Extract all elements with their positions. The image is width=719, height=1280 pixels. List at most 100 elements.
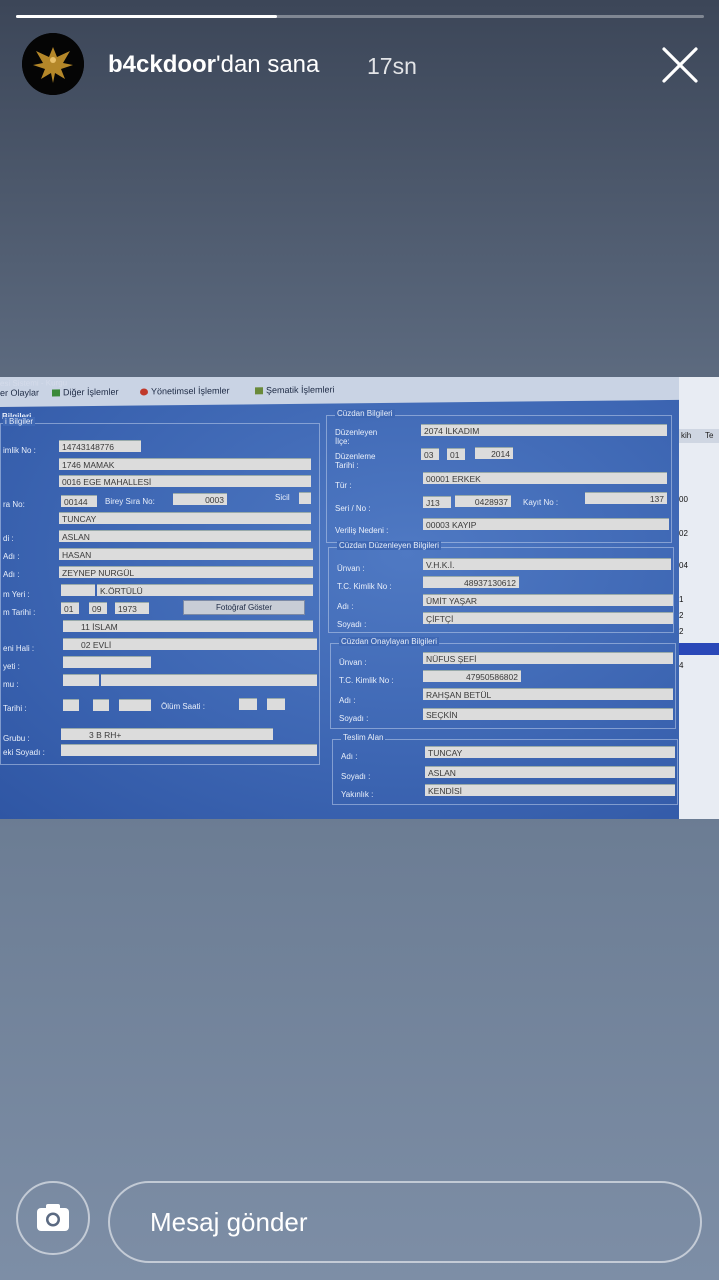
menu-label: er Olaylar — [0, 387, 40, 398]
username-text[interactable]: b4ckdoor — [108, 51, 216, 78]
duzenleyen-panel: Cüzdan Düzenleyen Bilgileri Ünvan : V.H.… — [328, 541, 674, 633]
mahalle-field[interactable]: 0016 EGE MAHALLESİ — [59, 475, 311, 487]
teslim-soyadi-field[interactable]: ASLAN — [425, 766, 675, 778]
din-field[interactable]: 11 İSLAM — [63, 620, 313, 632]
teslim-yakinlik-field[interactable]: KENDİSİ — [425, 784, 675, 796]
label-sicil: Sicil — [275, 493, 290, 502]
meslek-code-field[interactable] — [63, 674, 99, 686]
label-kayit-no: Kayıt No : — [523, 498, 559, 507]
vefat-select[interactable] — [63, 656, 151, 668]
records-grid: kih Te 00 02 04 1 2 2 4 — [679, 377, 719, 819]
grid-cell[interactable]: 04 — [679, 561, 719, 575]
grid-selected-row[interactable] — [679, 643, 719, 655]
label-text: Düzenleyen İlçe: — [335, 428, 378, 446]
onaylayan-tc-field[interactable]: 47950586802 — [423, 670, 521, 682]
meslek-field[interactable] — [101, 674, 317, 686]
dogum-gun-field[interactable]: 01 — [61, 602, 79, 614]
grid-cell[interactable]: 2 — [679, 611, 719, 625]
grid-cell[interactable]: 1 — [679, 595, 719, 609]
photo-show-button[interactable]: Fotoğraf Göster — [183, 600, 305, 615]
menu-item-yonetimsel[interactable]: Yönetimsel İşlemler — [140, 386, 230, 397]
label-kimlik-no: imlik No : — [3, 446, 36, 455]
tree-icon — [255, 387, 263, 395]
duzenleyen-tc-field[interactable]: 48937130612 — [423, 576, 519, 588]
panel-title: Cüzdan Bilgileri — [335, 409, 395, 418]
dogum-yeri-code-field[interactable] — [61, 584, 95, 596]
label-tc: T.C. Kimlik No : — [339, 676, 394, 685]
kan-grubu-field[interactable]: 3 B RH+ — [61, 728, 273, 740]
camera-icon — [37, 1204, 69, 1231]
seri-no-field[interactable]: 0428937 — [455, 495, 511, 507]
menu-item-olaylar[interactable]: er Olaylar — [0, 388, 39, 398]
olum-dakika-field[interactable] — [267, 698, 285, 710]
label-onceki-soyadi: eki Soyadı : — [3, 748, 45, 757]
il-field[interactable]: 1746 MAMAK — [59, 458, 311, 470]
label-yakinlik: Yakınlık : — [341, 790, 374, 799]
label-adi: Adı : — [337, 602, 354, 611]
label-birey-sira-no: Birey Sıra No: — [105, 497, 155, 506]
panel-title: i Bilgiler — [3, 417, 36, 426]
seri-field[interactable]: J13 — [423, 496, 451, 508]
baba-adi-field[interactable]: HASAN — [59, 548, 313, 560]
label-verilis-nedeni: Veriliş Nedeni : — [335, 526, 389, 535]
teslim-adi-field[interactable]: TUNCAY — [425, 746, 675, 758]
label-unvan: Ünvan : — [337, 564, 365, 573]
adi-field[interactable]: ASLAN — [59, 530, 311, 542]
grid-cell[interactable]: 2 — [679, 627, 719, 641]
menu-item-diger-islemler[interactable]: Diğer İşlemler — [52, 387, 119, 398]
dogum-yeri-field[interactable]: K.ÖRTÜLÜ — [97, 584, 313, 596]
label-soyadi: Soyadı : — [337, 620, 367, 629]
grid-cell[interactable]: 00 — [679, 495, 719, 509]
duzenleme-ay-field[interactable]: 01 — [447, 448, 465, 460]
label-text: Düzenleme Tarihi : — [335, 452, 376, 470]
soyadi-field[interactable]: TUNCAY — [59, 512, 311, 524]
kayit-no-field[interactable]: 137 — [585, 492, 667, 504]
dogum-ay-field[interactable]: 09 — [89, 602, 107, 614]
grid-header: kih Te — [679, 429, 719, 443]
personal-info-panel: i Bilgiler imlik No : 14743148776 1746 M… — [0, 417, 320, 765]
onaylayan-soyadi-field[interactable]: SEÇKİN — [423, 708, 673, 720]
menu-item-sematik[interactable]: Şematik İşlemleri — [255, 384, 335, 395]
grid-cell[interactable]: 02 — [679, 529, 719, 543]
sira-no-field[interactable]: 00144 — [61, 495, 97, 507]
onaylayan-unvan-field[interactable]: NÜFUS ŞEFİ — [423, 652, 673, 664]
close-button[interactable] — [660, 45, 700, 85]
duzenleyen-soyadi-field[interactable]: ÇİFTÇİ — [423, 612, 673, 624]
duzenleyen-adi-field[interactable]: ÜMİT YAŞAR — [423, 594, 673, 606]
duzenleyen-unvan-field[interactable]: V.H.K.İ. — [423, 558, 671, 570]
grid-header-cell: kih — [681, 431, 692, 440]
menu-label: Yönetimsel İşlemler — [151, 385, 230, 397]
olum-gun-field[interactable] — [63, 699, 79, 711]
birey-sira-no-field[interactable]: 0003 — [173, 493, 227, 505]
label-tur: Tür : — [335, 481, 352, 490]
olum-yil-field[interactable] — [119, 699, 151, 711]
label-dogum-yeri: m Yeri : — [3, 590, 30, 599]
onceki-soyadi-field[interactable] — [61, 744, 317, 756]
label-unvan: Ünvan : — [339, 658, 367, 667]
duzenleme-yil-field[interactable]: 2014 — [475, 447, 513, 459]
story-username[interactable]: b4ckdoor'dan sana — [108, 51, 319, 79]
onaylayan-adi-field[interactable]: RAHŞAN BETÜL — [423, 688, 673, 700]
kimlik-no-field[interactable]: 14743148776 — [59, 440, 141, 452]
tur-field[interactable]: 00001 ERKEK — [423, 472, 667, 484]
label-dogum-tarihi: m Tarihi : — [3, 608, 36, 617]
label-medeni-hali: eni Hali : — [3, 644, 35, 653]
olum-ay-field[interactable] — [93, 699, 109, 711]
story-photo: esi Sistemi - Kurgu er Olaylar Diğer İşl… — [0, 377, 719, 819]
label-soyadi: Soyadı : — [341, 772, 371, 781]
camera-button[interactable] — [16, 1181, 90, 1255]
grid-cell[interactable]: 4 — [679, 661, 719, 675]
label-duzenleyen: Düzenleyen İlçe: — [335, 428, 377, 446]
dogum-yil-field[interactable]: 1973 — [115, 602, 149, 614]
message-input[interactable]: Mesaj gönder — [108, 1181, 702, 1263]
verilis-nedeni-field[interactable]: 00003 KAYIP — [423, 518, 669, 530]
grid-header-cell: Te — [705, 431, 714, 440]
duzenleme-gun-field[interactable]: 03 — [421, 448, 439, 460]
avatar[interactable] — [22, 33, 84, 95]
ana-adi-field[interactable]: ZEYNEP NURGÜL — [59, 566, 313, 578]
story-header: b4ckdoor'dan sana 17sn — [22, 33, 702, 97]
olum-saat-field[interactable] — [239, 698, 257, 710]
medeni-hali-field[interactable]: 02 EVLİ — [63, 638, 317, 650]
duzenleyen-field[interactable]: 2074 İLKADIM — [421, 424, 667, 436]
sicil-checkbox[interactable] — [299, 492, 311, 504]
